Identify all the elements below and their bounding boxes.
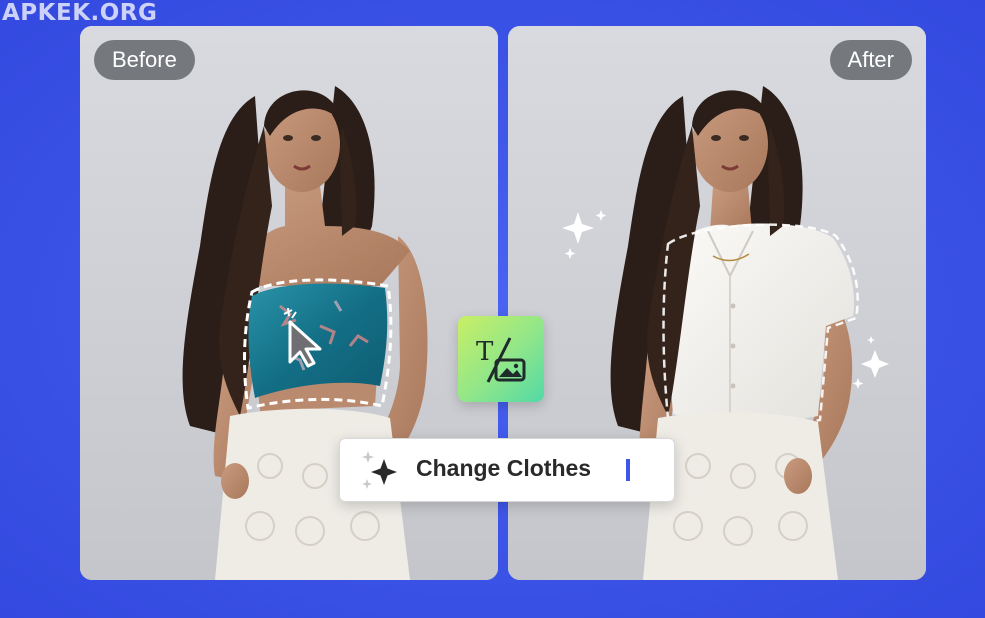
prompt-text: Change Clothes <box>416 455 592 481</box>
text-to-image-icon: T <box>458 316 544 402</box>
svg-text:T: T <box>476 337 494 367</box>
watermark: APKEK.ORG <box>2 0 158 26</box>
prompt-input[interactable]: Change Clothes <box>339 438 675 502</box>
before-label: Before <box>94 40 195 80</box>
sparkle-icon <box>362 451 397 489</box>
after-label: After <box>829 40 912 80</box>
cursor-arrow-icon <box>283 308 322 368</box>
text-caret <box>626 459 630 481</box>
